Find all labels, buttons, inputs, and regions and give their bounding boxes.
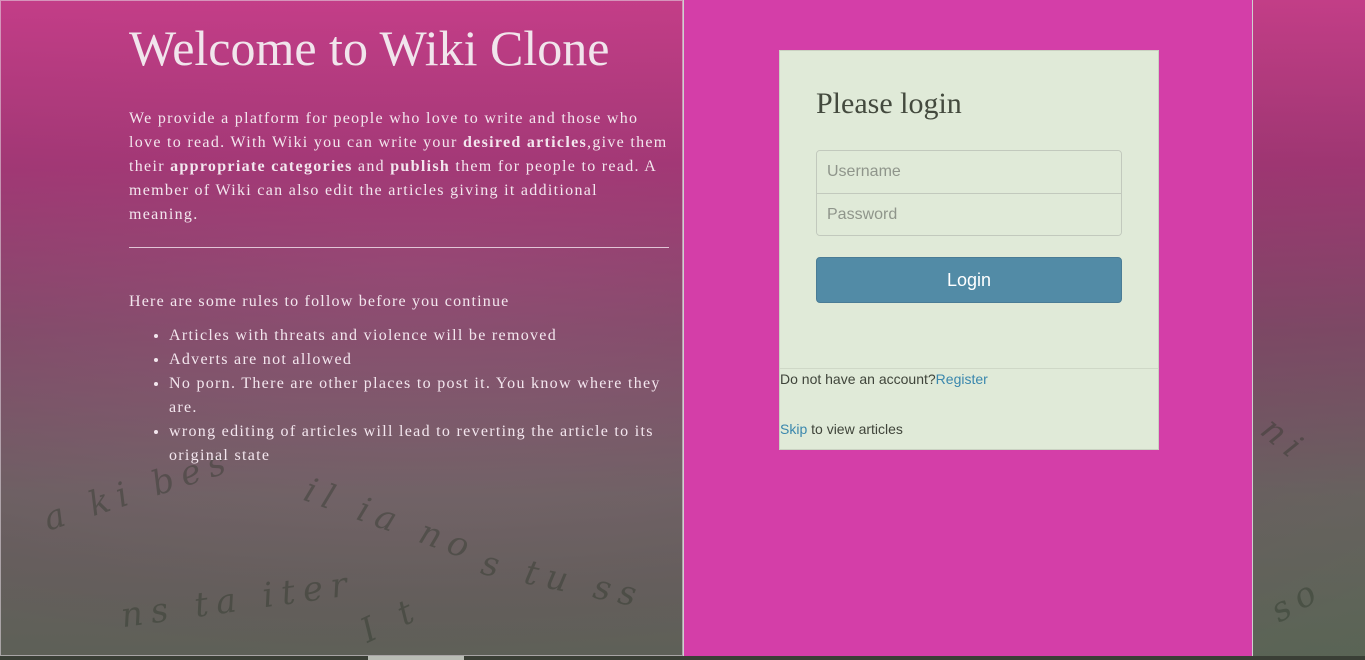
- rule-item: Adverts are not allowed: [169, 348, 669, 372]
- horizontal-scrollbar[interactable]: [0, 656, 1365, 660]
- login-title: Please login: [816, 87, 962, 120]
- login-panel: Please login Login Do not have an accoun…: [683, 0, 1253, 656]
- intro-bold-publish: publish: [390, 158, 451, 175]
- register-link[interactable]: Register: [936, 371, 988, 387]
- rules-list: Articles with threats and violence will …: [129, 324, 669, 468]
- rule-item: No porn. There are other places to post …: [169, 372, 669, 420]
- skip-link[interactable]: Skip: [780, 421, 807, 437]
- register-prompt-text: Do not have an account?: [780, 371, 936, 387]
- divider: [129, 247, 669, 248]
- login-button[interactable]: Login: [816, 257, 1122, 303]
- welcome-content: Welcome to Wiki Clone We provide a platf…: [129, 19, 669, 468]
- scrollbar-thumb[interactable]: [368, 656, 464, 660]
- skip-prompt: Skip to view articles: [780, 421, 903, 437]
- rules-intro: Here are some rules to follow before you…: [129, 293, 510, 310]
- rule-item: Articles with threats and violence will …: [169, 324, 669, 348]
- password-input[interactable]: [817, 193, 1121, 235]
- skip-suffix-text: to view articles: [807, 421, 903, 437]
- welcome-panel: Welcome to Wiki Clone We provide a platf…: [0, 0, 683, 656]
- login-card: Please login Login Do not have an accoun…: [779, 50, 1159, 450]
- card-divider: [780, 368, 1158, 369]
- intro-bold-appropriate-categories: appropriate categories: [170, 158, 353, 175]
- intro-bold-desired-articles: desired articles: [462, 134, 588, 151]
- intro-paragraph: We provide a platform for people who lov…: [129, 107, 669, 227]
- rule-item: wrong editing of articles will lead to r…: [169, 420, 669, 468]
- page-title: Welcome to Wiki Clone: [129, 20, 610, 76]
- intro-text-3: and: [352, 158, 391, 175]
- username-input[interactable]: [817, 151, 1121, 193]
- login-input-group: [816, 150, 1122, 236]
- register-prompt: Do not have an account?Register: [780, 371, 988, 387]
